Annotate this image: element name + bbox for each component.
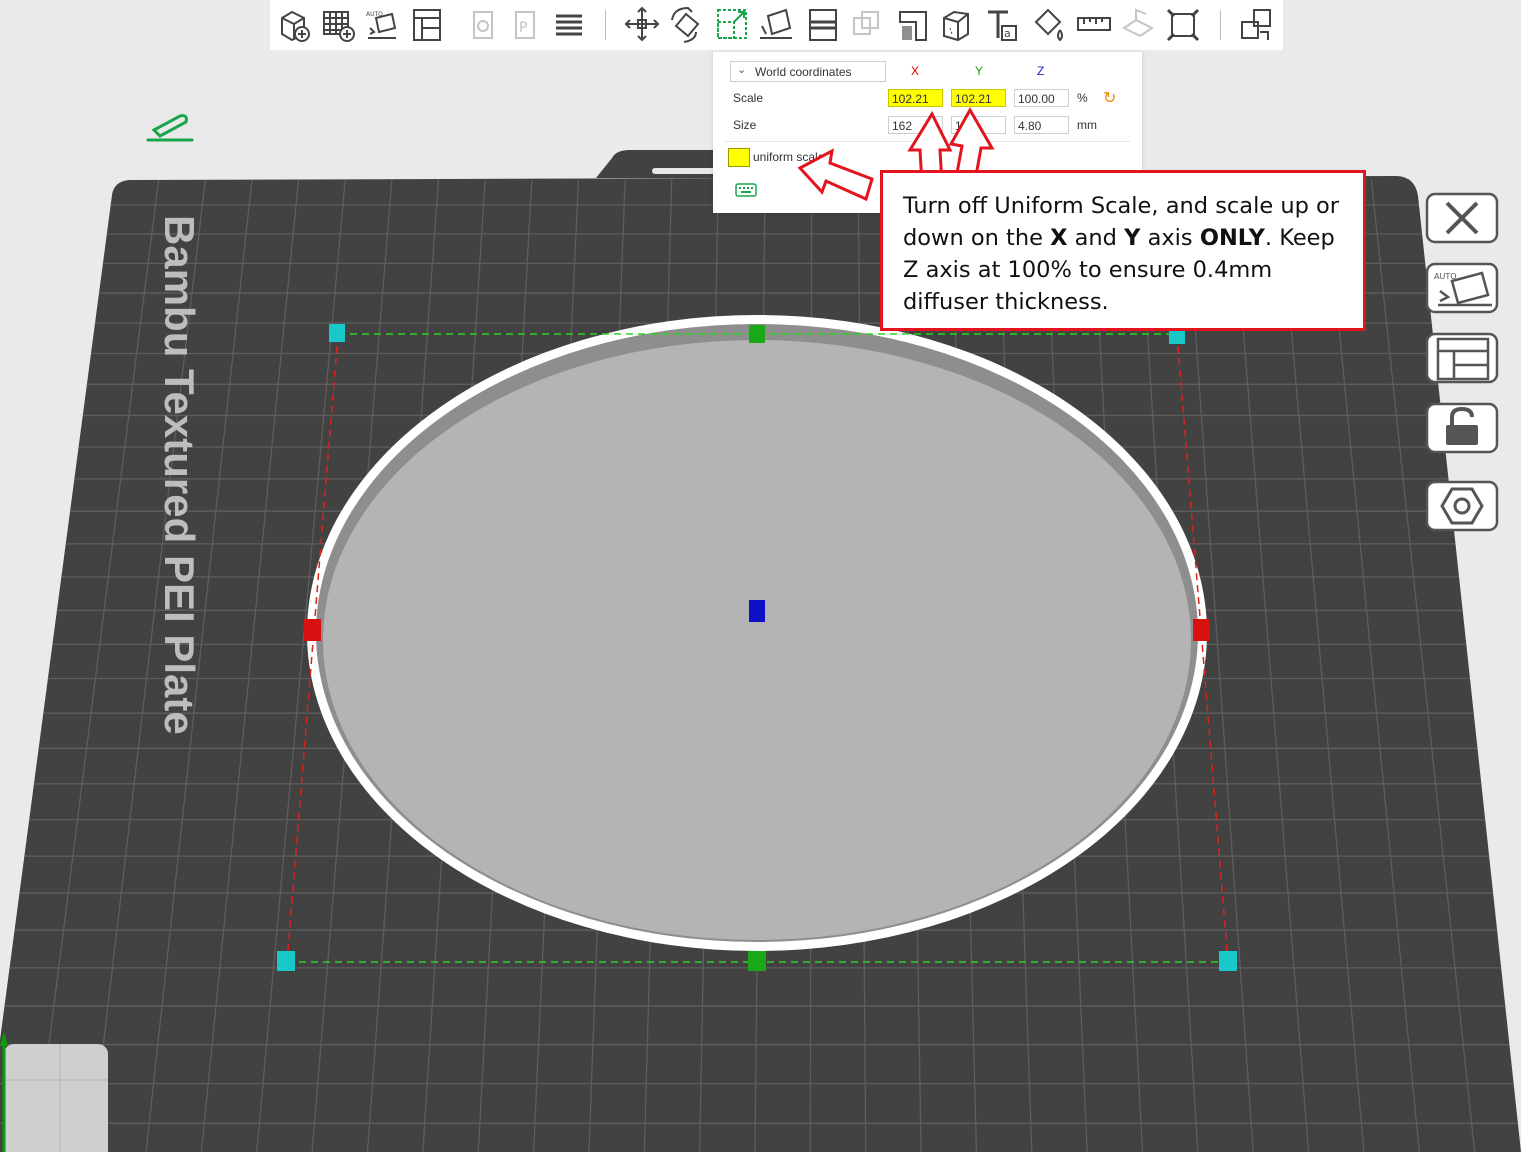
auto-orient-button[interactable]: AUTO xyxy=(1422,258,1502,320)
paste-button[interactable]: P xyxy=(504,4,544,46)
copy-icon xyxy=(473,11,493,39)
measure-button[interactable] xyxy=(1074,4,1114,46)
move-icon xyxy=(624,6,660,42)
arrange-button[interactable] xyxy=(406,4,446,46)
auto-orient-button[interactable]: AUTO xyxy=(362,4,402,46)
measure-icon xyxy=(1077,17,1111,31)
move-button[interactable] xyxy=(622,4,662,46)
top-toolbar: AUTO Pa xyxy=(270,0,1283,50)
rotate-button[interactable] xyxy=(666,4,706,46)
fit-button[interactable] xyxy=(1162,4,1202,46)
size-y-input[interactable]: 16 6 xyxy=(951,116,1006,134)
add-plate-icon xyxy=(323,11,355,42)
auto-orient-icon: AUTO xyxy=(366,11,397,39)
text-icon: a xyxy=(988,10,1017,41)
scale-icon xyxy=(717,9,747,39)
callout-text: axis xyxy=(1140,225,1200,251)
x-handle xyxy=(304,619,321,641)
uniform-scale-label: uniform scale xyxy=(753,150,825,164)
layers-button[interactable] xyxy=(548,4,588,46)
uniform-scale-checkbox[interactable] xyxy=(728,148,750,167)
add-button[interactable] xyxy=(274,4,314,46)
x-handle xyxy=(1193,619,1210,641)
scale-x-input[interactable]: 102.21 xyxy=(888,89,943,107)
coordinate-mode-value: World coordinates xyxy=(755,65,852,79)
percent-unit: % xyxy=(1077,91,1088,105)
support-paint-icon xyxy=(899,11,927,41)
color-paint-icon xyxy=(1034,8,1063,42)
instruction-callout: Turn off Uniform Scale, and scale up or … xyxy=(880,170,1366,331)
keyboard-icon[interactable] xyxy=(735,183,757,197)
cut-icon xyxy=(809,9,837,41)
boolean-icon xyxy=(853,11,879,35)
disc-object[interactable] xyxy=(307,315,1207,951)
explode-icon xyxy=(1241,9,1271,40)
axis-x-label: X xyxy=(911,64,920,78)
axis-z-label: Z xyxy=(1037,64,1045,78)
assembly-icon xyxy=(1122,8,1154,38)
color-paint-button[interactable] xyxy=(1028,4,1068,46)
edit-pencil-icon[interactable] xyxy=(146,114,194,142)
fit-view-icon xyxy=(1166,8,1200,42)
svg-text:a: a xyxy=(1004,27,1011,40)
boolean-button[interactable] xyxy=(846,4,886,46)
layers-icon xyxy=(556,14,582,36)
rotate-icon xyxy=(671,6,700,43)
mm-unit: mm xyxy=(1077,118,1097,132)
corner-handle xyxy=(1219,951,1237,971)
explode-button[interactable] xyxy=(1236,4,1276,46)
seam-paint-button[interactable] xyxy=(936,4,976,46)
nozzle-settings-button[interactable] xyxy=(1422,476,1502,538)
seam-paint-icon xyxy=(943,10,969,42)
size-x-input[interactable]: 162 xyxy=(888,116,943,134)
scale-label: Scale xyxy=(733,91,764,105)
y-handle xyxy=(748,951,766,971)
add-plate-button[interactable] xyxy=(318,4,358,46)
toolbar-separator xyxy=(1220,10,1221,40)
view-cube[interactable] xyxy=(4,1044,108,1152)
panel-divider xyxy=(725,141,1130,142)
arrange-icon xyxy=(413,9,441,41)
scale-button[interactable] xyxy=(712,4,752,46)
arrange-button[interactable] xyxy=(1422,328,1502,390)
scale-z-input[interactable]: 100.00 xyxy=(1014,89,1069,107)
assembly-button[interactable] xyxy=(1118,4,1158,46)
callout-x: X xyxy=(1050,225,1068,251)
add-object-icon xyxy=(281,10,310,42)
center-handle xyxy=(749,600,765,622)
support-paint-button[interactable] xyxy=(892,4,932,46)
reset-icon[interactable]: ↻ xyxy=(1103,89,1116,107)
callout-only: ONLY xyxy=(1199,225,1265,251)
cut-button[interactable] xyxy=(802,4,842,46)
copy-button[interactable] xyxy=(462,4,502,46)
lock-button[interactable] xyxy=(1422,398,1502,460)
size-z-input[interactable]: 4.80 xyxy=(1014,116,1069,134)
text-button[interactable]: a xyxy=(982,4,1022,46)
lay-on-face-button[interactable] xyxy=(756,4,796,46)
svg-text:P: P xyxy=(519,20,527,36)
axis-y-label: Y xyxy=(975,64,984,78)
scale-y-input[interactable]: 102.21 xyxy=(951,89,1006,107)
corner-handle xyxy=(277,951,295,971)
y-handle xyxy=(749,325,765,343)
plate-label: Bambu Textured PEI Plate xyxy=(156,215,203,735)
size-label: Size xyxy=(733,118,757,132)
chevron-down-icon: ⌄ xyxy=(737,64,747,76)
toolbar-separator xyxy=(605,10,606,40)
corner-handle xyxy=(329,324,345,342)
close-button[interactable] xyxy=(1422,188,1502,250)
lay-on-face-icon xyxy=(760,8,792,39)
coordinate-mode-select[interactable]: ⌄ World coordinates xyxy=(730,61,886,82)
callout-text: and xyxy=(1067,225,1125,251)
paste-icon: P xyxy=(515,11,535,39)
callout-y: Y xyxy=(1124,225,1141,251)
